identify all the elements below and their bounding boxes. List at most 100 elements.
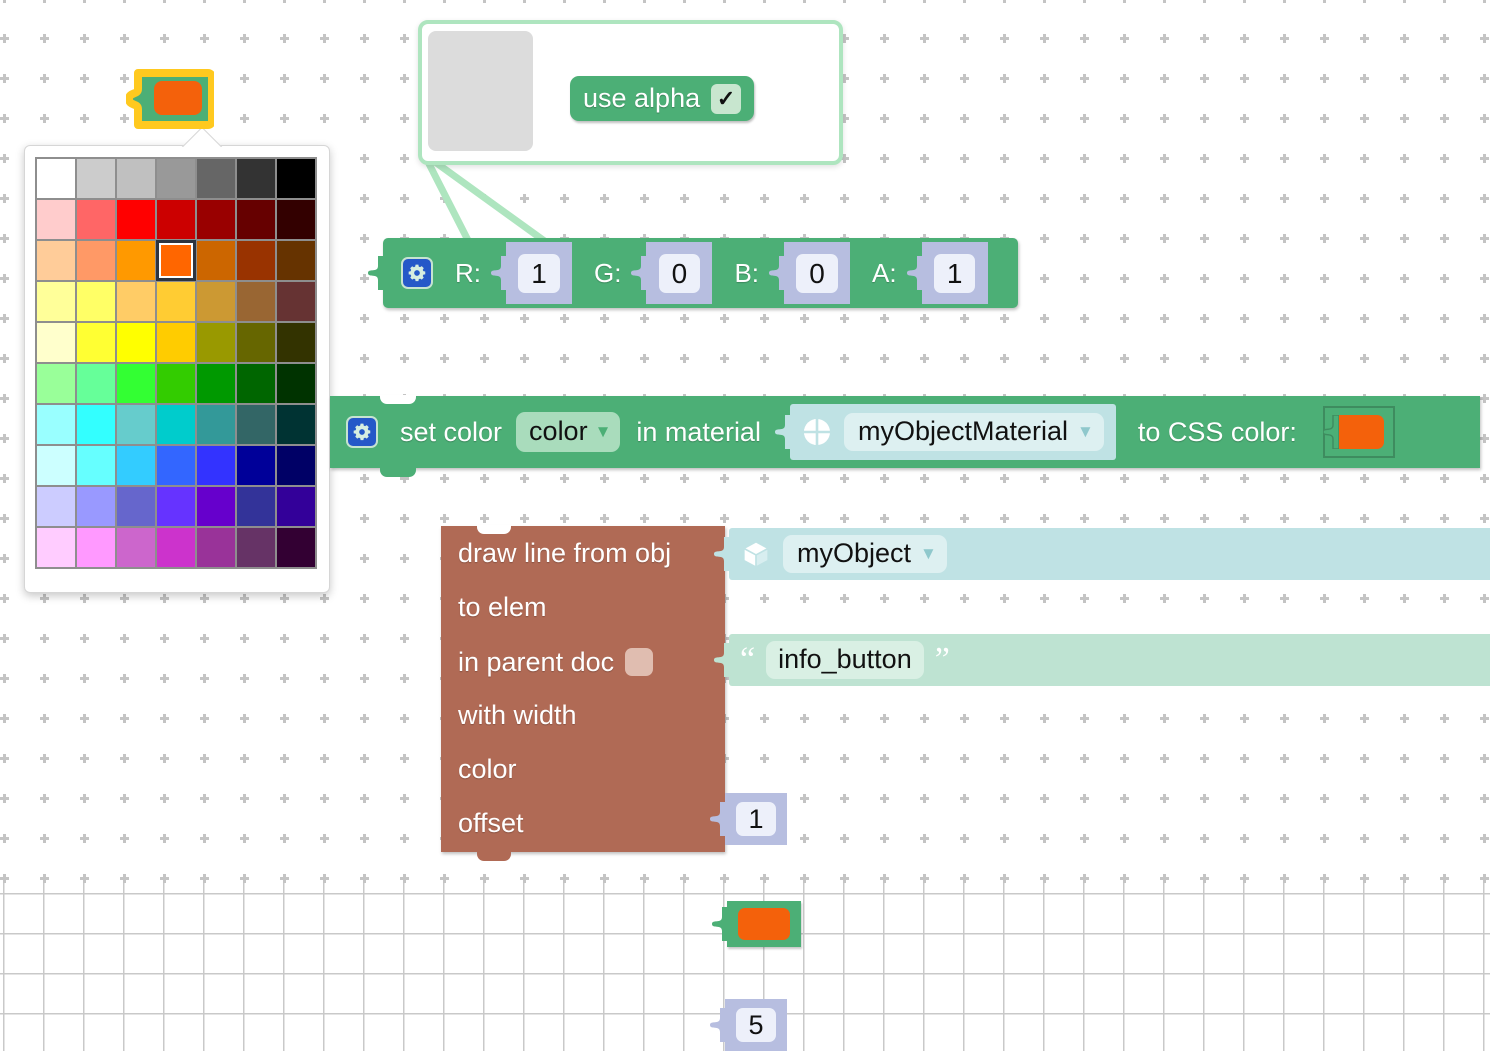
- palette-swatch[interactable]: [235, 157, 276, 199]
- palette-swatch[interactable]: [35, 198, 76, 240]
- palette-swatch[interactable]: [195, 526, 236, 568]
- use-alpha-checkbox[interactable]: ✓: [711, 83, 742, 114]
- palette-swatch[interactable]: [195, 198, 236, 240]
- palette-swatch[interactable]: [155, 485, 196, 527]
- palette-swatch[interactable]: [75, 198, 116, 240]
- a-value[interactable]: 1: [933, 253, 976, 293]
- gear-icon[interactable]: [346, 416, 378, 448]
- b-value-block[interactable]: 0: [769, 242, 851, 304]
- parent-doc-field[interactable]: [625, 648, 654, 676]
- palette-swatch[interactable]: [195, 239, 236, 281]
- palette-swatch[interactable]: [75, 485, 116, 527]
- css-colour-input-slot[interactable]: [1322, 406, 1395, 458]
- material-variable-block[interactable]: myObjectMaterial ▼: [774, 404, 1116, 460]
- palette-swatch[interactable]: [35, 362, 76, 404]
- mutator-bubble[interactable]: use alpha ✓: [418, 20, 843, 165]
- palette-swatch[interactable]: [75, 280, 116, 322]
- colour-picker-popup[interactable]: [24, 129, 330, 593]
- palette-swatch[interactable]: [35, 526, 76, 568]
- palette-swatch[interactable]: [155, 526, 196, 568]
- palette-swatch[interactable]: [235, 403, 276, 445]
- palette-swatch[interactable]: [75, 157, 116, 199]
- palette-swatch[interactable]: [115, 280, 156, 322]
- palette-swatch[interactable]: [155, 403, 196, 445]
- palette-swatch[interactable]: [75, 526, 116, 568]
- palette-swatch[interactable]: [195, 362, 236, 404]
- r-value-block[interactable]: 1: [491, 242, 572, 304]
- width-number-block[interactable]: 1: [710, 793, 787, 845]
- palette-swatch[interactable]: [275, 403, 316, 445]
- palette-swatch[interactable]: [235, 362, 276, 404]
- palette-swatch[interactable]: [35, 403, 76, 445]
- palette-swatch[interactable]: [275, 239, 316, 281]
- set-colour-in-material-block[interactable]: set color color ▼ in material myObjectMa…: [330, 395, 1480, 477]
- selected-colour-block[interactable]: [126, 69, 214, 129]
- palette-swatch[interactable]: [155, 444, 196, 486]
- palette-swatch[interactable]: [275, 280, 316, 322]
- palette-swatch[interactable]: [235, 444, 276, 486]
- offset-number-block[interactable]: 5: [710, 999, 787, 1051]
- colour-palette-grid[interactable]: [35, 157, 317, 569]
- palette-swatch[interactable]: [115, 403, 156, 445]
- palette-swatch[interactable]: [115, 485, 156, 527]
- palette-swatch[interactable]: [275, 321, 316, 363]
- palette-swatch[interactable]: [35, 444, 76, 486]
- palette-swatch[interactable]: [75, 362, 116, 404]
- palette-swatch[interactable]: [155, 198, 196, 240]
- palette-swatch[interactable]: [195, 321, 236, 363]
- palette-swatch[interactable]: [75, 403, 116, 445]
- palette-swatch[interactable]: [195, 157, 236, 199]
- offset-value[interactable]: 5: [736, 1007, 776, 1043]
- palette-swatch[interactable]: [235, 198, 276, 240]
- palette-swatch[interactable]: [115, 321, 156, 363]
- width-value[interactable]: 1: [736, 801, 776, 837]
- palette-swatch[interactable]: [75, 239, 116, 281]
- palette-swatch[interactable]: [115, 157, 156, 199]
- palette-swatch[interactable]: [275, 485, 316, 527]
- palette-swatch[interactable]: [155, 239, 196, 281]
- palette-swatch[interactable]: [155, 321, 196, 363]
- palette-swatch[interactable]: [195, 280, 236, 322]
- line-colour-block[interactable]: [712, 901, 801, 947]
- property-dropdown[interactable]: color ▼: [516, 411, 621, 453]
- palette-swatch[interactable]: [35, 485, 76, 527]
- palette-swatch[interactable]: [235, 485, 276, 527]
- palette-swatch[interactable]: [275, 526, 316, 568]
- palette-swatch[interactable]: [275, 444, 316, 486]
- palette-swatch[interactable]: [155, 362, 196, 404]
- palette-swatch[interactable]: [275, 198, 316, 240]
- palette-swatch[interactable]: [235, 321, 276, 363]
- palette-swatch[interactable]: [235, 239, 276, 281]
- palette-swatch[interactable]: [195, 444, 236, 486]
- draw-line-block[interactable]: draw line from obj to elem in parent doc…: [441, 525, 725, 861]
- palette-swatch[interactable]: [275, 157, 316, 199]
- palette-swatch[interactable]: [155, 157, 196, 199]
- object-variable-block[interactable]: myObject ▼: [714, 528, 1490, 580]
- g-value[interactable]: 0: [658, 253, 701, 293]
- palette-swatch[interactable]: [35, 280, 76, 322]
- text-string-block[interactable]: “ info_button ”: [714, 634, 1490, 686]
- palette-swatch[interactable]: [115, 362, 156, 404]
- palette-swatch[interactable]: [235, 526, 276, 568]
- string-value[interactable]: info_button: [766, 640, 924, 680]
- palette-swatch[interactable]: [115, 444, 156, 486]
- gear-icon[interactable]: [401, 257, 433, 289]
- a-value-block[interactable]: 1: [906, 242, 988, 304]
- g-value-block[interactable]: 0: [631, 242, 713, 304]
- palette-swatch[interactable]: [235, 280, 276, 322]
- object-dropdown[interactable]: myObject ▼: [783, 534, 947, 574]
- use-alpha-option-block[interactable]: use alpha ✓: [570, 76, 755, 121]
- palette-swatch[interactable]: [195, 403, 236, 445]
- material-dropdown[interactable]: myObjectMaterial ▼: [843, 412, 1104, 452]
- palette-swatch[interactable]: [75, 321, 116, 363]
- palette-swatch[interactable]: [35, 157, 76, 199]
- palette-swatch[interactable]: [35, 239, 76, 281]
- b-value[interactable]: 0: [796, 253, 838, 293]
- palette-swatch[interactable]: [115, 526, 156, 568]
- r-value[interactable]: 1: [518, 253, 560, 293]
- palette-swatch[interactable]: [35, 321, 76, 363]
- palette-swatch[interactable]: [75, 444, 116, 486]
- palette-swatch[interactable]: [195, 485, 236, 527]
- rgba-colour-block[interactable]: R: 1 G: 0 B: 0 A: 1: [368, 238, 1018, 308]
- palette-swatch[interactable]: [275, 362, 316, 404]
